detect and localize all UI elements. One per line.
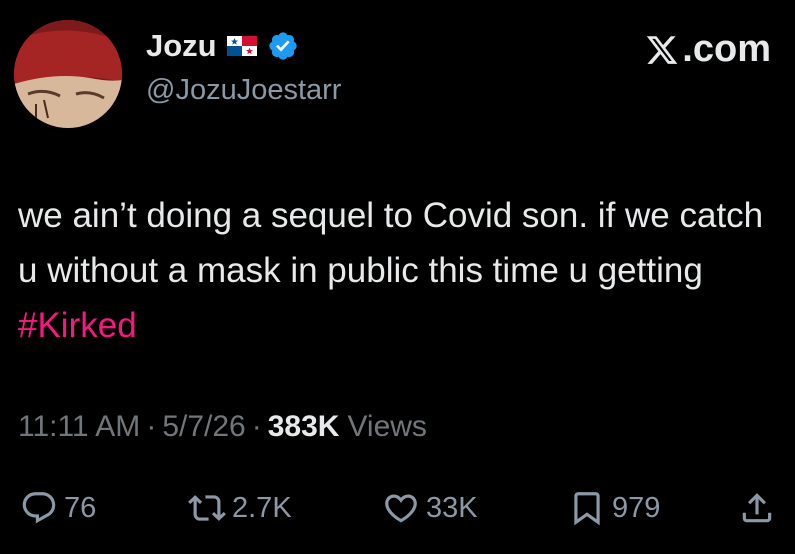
bookmark-button[interactable]: 979 bbox=[568, 486, 660, 530]
bookmark-count: 979 bbox=[612, 491, 661, 524]
hashtag-link[interactable]: #Kirked bbox=[18, 306, 137, 345]
meta-separator: · bbox=[146, 410, 157, 443]
views-count[interactable]: 383K bbox=[268, 410, 340, 444]
share-icon bbox=[738, 489, 776, 527]
x-logo-icon bbox=[644, 33, 680, 67]
reply-button[interactable]: 76 bbox=[20, 486, 96, 530]
share-button[interactable] bbox=[738, 486, 776, 530]
display-name[interactable]: Jozu bbox=[146, 28, 217, 64]
repost-icon bbox=[188, 489, 226, 527]
tweet-body: we ain’t doing a sequel to Covid son. if… bbox=[18, 196, 764, 290]
like-button[interactable]: 33K bbox=[382, 486, 478, 530]
reply-count: 76 bbox=[64, 491, 97, 524]
bookmark-icon bbox=[568, 489, 606, 527]
repost-button[interactable]: 2.7K bbox=[188, 486, 292, 530]
name-row: Jozu bbox=[146, 26, 299, 66]
meta-separator: · bbox=[251, 410, 262, 443]
brand-text: .com bbox=[682, 28, 771, 70]
tweet-date[interactable]: 5/7/26 bbox=[162, 410, 245, 444]
reply-icon bbox=[20, 489, 58, 527]
verified-badge-icon bbox=[267, 30, 299, 62]
action-bar: 76 2.7K 33K 979 bbox=[20, 486, 780, 530]
avatar[interactable] bbox=[14, 20, 122, 128]
user-handle[interactable]: @JozuJoestarr bbox=[146, 74, 341, 107]
tweet-time[interactable]: 11:11 AM bbox=[18, 410, 140, 444]
panama-flag-icon bbox=[226, 36, 257, 56]
heart-icon bbox=[382, 489, 420, 527]
repost-count: 2.7K bbox=[232, 491, 292, 524]
brand-watermark: .com bbox=[644, 28, 771, 71]
tweet-text: we ain’t doing a sequel to Covid son. if… bbox=[18, 188, 788, 353]
views-label: Views bbox=[347, 410, 427, 443]
tweet-meta: 11:11 AM · 5/7/26 · 383K Views bbox=[18, 410, 427, 444]
like-count: 33K bbox=[426, 491, 478, 524]
